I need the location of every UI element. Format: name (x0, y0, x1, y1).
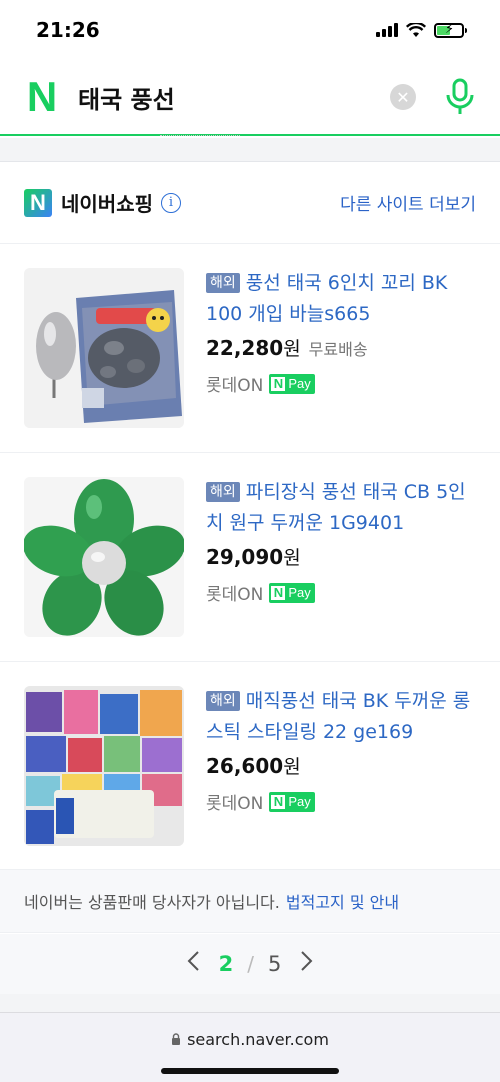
wifi-icon (406, 22, 426, 37)
lock-icon (171, 1033, 181, 1048)
product-item[interactable]: 해외 매직풍선 태국 BK 두꺼운 롱스틱 스타일링 22 ge169 26,60… (0, 662, 500, 871)
voice-search-button[interactable] (444, 77, 476, 117)
product-thumbnail[interactable] (24, 268, 184, 428)
microphone-icon (446, 78, 474, 114)
total-pages: 5 (268, 952, 282, 976)
pagination: 2 / 5 (0, 934, 500, 994)
close-icon: ✕ (396, 87, 410, 107)
product-price: 29,090 (206, 545, 284, 569)
price-row: 22,280 원 무료배송 (206, 334, 476, 361)
legal-notice-link[interactable]: 법적고지 및 안내 (286, 889, 399, 913)
notice-text: 네이버는 상품판매 당사자가 아닙니다. (24, 893, 280, 912)
seller-name: 롯데ON (206, 585, 264, 605)
search-input[interactable]: 태국 풍선 (78, 80, 390, 115)
product-title[interactable]: 해외 매직풍선 태국 BK 두꺼운 롱스틱 스타일링 22 ge169 (206, 686, 476, 748)
seller-name: 롯데ON (206, 376, 264, 396)
home-indicator[interactable] (161, 1068, 339, 1074)
seller-row: 롯데ON N Pay (206, 371, 476, 396)
signal-icon (376, 23, 398, 37)
section-title[interactable]: 네이버쇼핑 (61, 188, 153, 217)
seller-row: 롯데ON N Pay (206, 580, 476, 605)
info-icon[interactable]: i (161, 192, 181, 213)
product-thumbnail[interactable] (24, 686, 184, 846)
current-page: 2 (218, 952, 234, 976)
page-separator: / (247, 952, 254, 976)
status-time: 21:26 (36, 18, 100, 42)
browser-address-bar[interactable]: search.naver.com (0, 1012, 500, 1082)
seller-name: 롯데ON (206, 794, 264, 814)
url-text: search.naver.com (187, 1030, 329, 1049)
next-page-button[interactable] (295, 949, 319, 979)
overseas-badge: 해외 (206, 691, 240, 711)
product-info: 해외 매직풍선 태국 BK 두꺼운 롱스틱 스타일링 22 ge169 26,60… (206, 686, 476, 870)
naver-logo[interactable]: N (24, 76, 60, 118)
search-header: N 태국 풍선 ✕ (0, 60, 500, 136)
naver-shopping-section: N 네이버쇼핑 i 다른 사이트 더보기 해외 풍선 태국 6인치 꼬리 BK … (0, 162, 500, 871)
overseas-badge: 해외 (206, 482, 240, 502)
product-title[interactable]: 해외 파티장식 풍선 태국 CB 5인치 원구 두꺼운 1G9401 (206, 477, 476, 539)
battery-icon: ⚡ (434, 22, 467, 38)
product-info: 해외 파티장식 풍선 태국 CB 5인치 원구 두꺼운 1G9401 29,090… (206, 477, 476, 661)
bottom-spacer (0, 994, 500, 1012)
product-title[interactable]: 해외 풍선 태국 6인치 꼬리 BK 100 개입 바늘s665 (206, 268, 476, 330)
chevron-left-icon (187, 951, 199, 971)
shipping-info: 무료배송 (308, 340, 368, 359)
url-display[interactable]: search.naver.com (0, 1030, 500, 1049)
overseas-badge: 해외 (206, 273, 240, 293)
more-sites-link[interactable]: 다른 사이트 더보기 (340, 190, 476, 215)
npay-badge: N Pay (269, 791, 315, 812)
product-item[interactable]: 해외 파티장식 풍선 태국 CB 5인치 원구 두꺼운 1G9401 29,090… (0, 453, 500, 662)
product-thumbnail[interactable] (24, 477, 184, 637)
price-row: 29,090 원 (206, 543, 476, 570)
currency-unit: 원 (283, 338, 301, 360)
product-item[interactable]: 해외 풍선 태국 6인치 꼬리 BK 100 개입 바늘s665 22,280 원 … (0, 244, 500, 453)
currency-unit: 원 (283, 756, 301, 778)
status-icons: ⚡ (376, 22, 467, 38)
price-row: 26,600 원 (206, 752, 476, 779)
npay-badge: N Pay (269, 582, 315, 603)
npay-badge: N Pay (269, 373, 315, 394)
product-info: 해외 풍선 태국 6인치 꼬리 BK 100 개입 바늘s665 22,280 원 … (206, 268, 476, 452)
chevron-right-icon (301, 951, 313, 971)
clear-search-button[interactable]: ✕ (390, 84, 416, 110)
status-bar: 21:26 ⚡ (0, 0, 500, 60)
currency-unit: 원 (283, 547, 301, 569)
product-price: 22,280 (206, 336, 284, 360)
legal-notice: 네이버는 상품판매 당사자가 아닙니다. 법적고지 및 안내 (0, 869, 500, 933)
section-header: N 네이버쇼핑 i 다른 사이트 더보기 (0, 162, 500, 244)
naver-shopping-logo: N (24, 188, 52, 217)
section-divider (0, 135, 500, 162)
prev-page-button[interactable] (181, 949, 205, 979)
product-price: 26,600 (206, 754, 284, 778)
seller-row: 롯데ON N Pay (206, 789, 476, 814)
